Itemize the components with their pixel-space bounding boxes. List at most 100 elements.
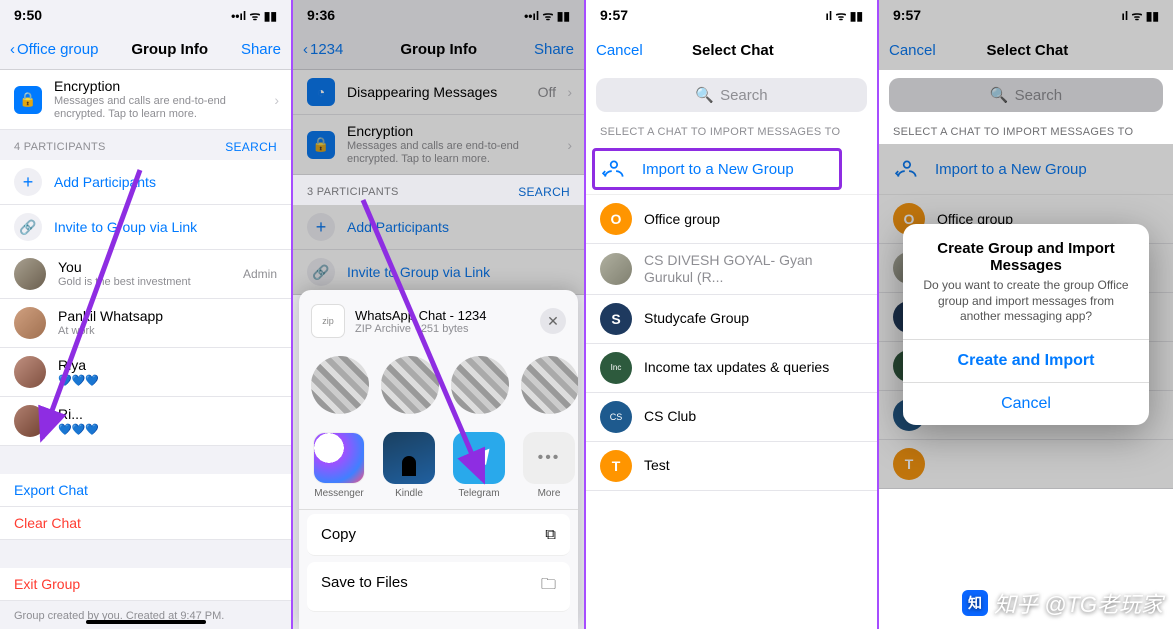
search-link[interactable]: SEARCH — [518, 185, 570, 199]
exit-group-label: Exit Group — [14, 576, 80, 592]
cancel-button[interactable]: Cancel — [889, 42, 936, 59]
back-label: 1234 — [310, 41, 343, 58]
nav-bar: Cancel Select Chat — [879, 30, 1173, 70]
copy-cell[interactable]: Copy ⧉ — [307, 514, 570, 556]
import-new-group-cell[interactable]: Import to a New Group — [879, 144, 1173, 195]
admin-badge: Admin — [243, 267, 277, 281]
nav-bar: Cancel Select Chat — [586, 30, 877, 70]
copy-label: Copy — [321, 526, 356, 543]
create-and-import-button[interactable]: Create and Import — [903, 339, 1149, 382]
chat-row[interactable]: CS CS Club — [586, 393, 877, 442]
status-bar: 9:50 ••ıl ᯤ ▮▮ — [0, 0, 291, 30]
modal-cancel-button[interactable]: Cancel — [903, 382, 1149, 425]
home-indicator[interactable] — [86, 620, 206, 624]
encryption-sub: Messages and calls are end-to-end encryp… — [347, 140, 570, 166]
annotation-arrow — [30, 160, 150, 450]
watermark: 知知乎 @TG老玩家 — [962, 587, 1163, 619]
confirm-modal: Create Group and Import Messages Do you … — [903, 224, 1149, 425]
more-icon: ••• — [523, 432, 575, 484]
modal-title: Create Group and Import Messages — [921, 240, 1131, 274]
search-input[interactable]: 🔍Search — [889, 78, 1163, 112]
share-button[interactable]: Share — [534, 41, 574, 58]
search-input[interactable]: 🔍Search — [596, 78, 867, 112]
nav-title: Group Info — [400, 41, 477, 58]
cancel-button[interactable]: Cancel — [596, 42, 643, 59]
annotation-arrow — [353, 190, 503, 500]
screen-3-select-chat: 9:57 ıl ᯤ ▮▮ Cancel Select Chat 🔍Search … — [586, 0, 879, 629]
status-icons: ••ıl ᯤ ▮▮ — [524, 7, 570, 24]
export-chat-label: Export Chat — [14, 482, 88, 498]
participants-header: 4 PARTICIPANTS SEARCH — [0, 130, 291, 160]
nav-title: Group Info — [131, 41, 208, 58]
disappearing-title: Disappearing Messages — [347, 84, 497, 101]
chat-name: Test — [644, 457, 670, 474]
chat-row[interactable]: CS DIVESH GOYAL- Gyan Gurukul (R... — [586, 244, 877, 295]
exit-group-cell[interactable]: Exit Group — [0, 568, 291, 601]
back-button[interactable]: ‹ 1234 — [303, 41, 343, 58]
folder-icon: 🗀 — [541, 574, 556, 599]
avatar: O — [600, 203, 632, 235]
status-bar: 9:36 ••ıl ᯤ ▮▮ — [293, 0, 584, 30]
chat-name: Office group — [644, 211, 720, 228]
participants-count: 4 PARTICIPANTS — [14, 141, 106, 153]
chat-row[interactable]: TTest — [586, 442, 877, 491]
encryption-title: Encryption — [347, 123, 570, 140]
status-bar: 9:57 ıl ᯤ ▮▮ — [586, 0, 877, 30]
modal-message: Do you want to create the group Office g… — [921, 278, 1131, 325]
avatar: CS — [600, 401, 632, 433]
avatar: T — [893, 448, 925, 480]
timer-icon: ◔ — [307, 78, 335, 106]
avatar — [600, 253, 632, 285]
encryption-cell[interactable]: 🔒 Encryption Messages and calls are end-… — [293, 115, 584, 175]
status-icons: ••ıl ᯤ ▮▮ — [231, 7, 277, 24]
chat-row[interactable]: Inc Income tax updates & queries — [586, 344, 877, 393]
disappearing-messages-cell[interactable]: ◔ Disappearing Messages Off › — [293, 70, 584, 115]
status-time: 9:36 — [307, 7, 335, 23]
status-time: 9:50 — [14, 7, 42, 23]
encryption-cell[interactable]: 🔒 Encryption Messages and calls are end-… — [0, 70, 291, 130]
contact-avatar[interactable] — [521, 356, 578, 414]
app-label: More — [538, 488, 561, 499]
save-to-files-cell[interactable]: Save to Files 🗀 — [307, 562, 570, 612]
import-new-group-cell[interactable]: Import to a New Group — [586, 144, 877, 195]
lock-icon: 🔒 — [307, 131, 335, 159]
chat-name: Income tax updates & queries — [644, 359, 829, 376]
status-icons: ıl ᯤ ▮▮ — [1122, 7, 1160, 24]
chat-row[interactable]: S Studycafe Group — [586, 295, 877, 344]
chevron-right-icon: › — [567, 137, 572, 153]
status-bar: 9:57 ıl ᯤ ▮▮ — [879, 0, 1173, 30]
group-created-note: Group created by you. Created at 9:47 PM… — [0, 601, 291, 629]
app-more[interactable]: ••• More — [523, 432, 575, 499]
link-icon: 🔗 — [307, 258, 335, 286]
encryption-title: Encryption — [54, 78, 277, 95]
back-button[interactable]: ‹ Office group — [10, 41, 98, 58]
disappearing-value: Off — [538, 84, 556, 100]
lock-icon: 🔒 — [14, 86, 42, 114]
zip-icon: zip — [311, 304, 345, 338]
section-header: SELECT A CHAT TO IMPORT MESSAGES TO — [586, 120, 877, 144]
avatar: S — [600, 303, 632, 335]
clear-chat-label: Clear Chat — [14, 515, 81, 531]
nav-bar: ‹ 1234 Group Info Share — [293, 30, 584, 70]
clear-chat-cell[interactable]: Clear Chat — [0, 507, 291, 540]
share-button[interactable]: Share — [241, 41, 281, 58]
chat-name: CS Club — [644, 408, 696, 425]
status-time: 9:57 — [600, 7, 628, 23]
export-chat-cell[interactable]: Export Chat — [0, 474, 291, 507]
nav-title: Select Chat — [987, 42, 1069, 59]
close-icon[interactable]: ✕ — [540, 308, 566, 334]
chat-name: Studycafe Group — [644, 310, 749, 327]
chat-row[interactable]: T — [879, 440, 1173, 489]
chat-row[interactable]: O Office group — [586, 195, 877, 244]
plus-icon: + — [307, 213, 335, 241]
search-placeholder: Search — [720, 87, 768, 104]
save-label: Save to Files — [321, 574, 408, 599]
chevron-right-icon: › — [567, 84, 572, 100]
status-time: 9:57 — [893, 7, 921, 23]
copy-icon: ⧉ — [545, 526, 556, 543]
encryption-sub: Messages and calls are end-to-end encryp… — [54, 95, 277, 121]
group-import-icon — [600, 154, 630, 184]
search-link[interactable]: SEARCH — [225, 140, 277, 154]
avatar: Inc — [600, 352, 632, 384]
nav-title: Select Chat — [692, 42, 774, 59]
